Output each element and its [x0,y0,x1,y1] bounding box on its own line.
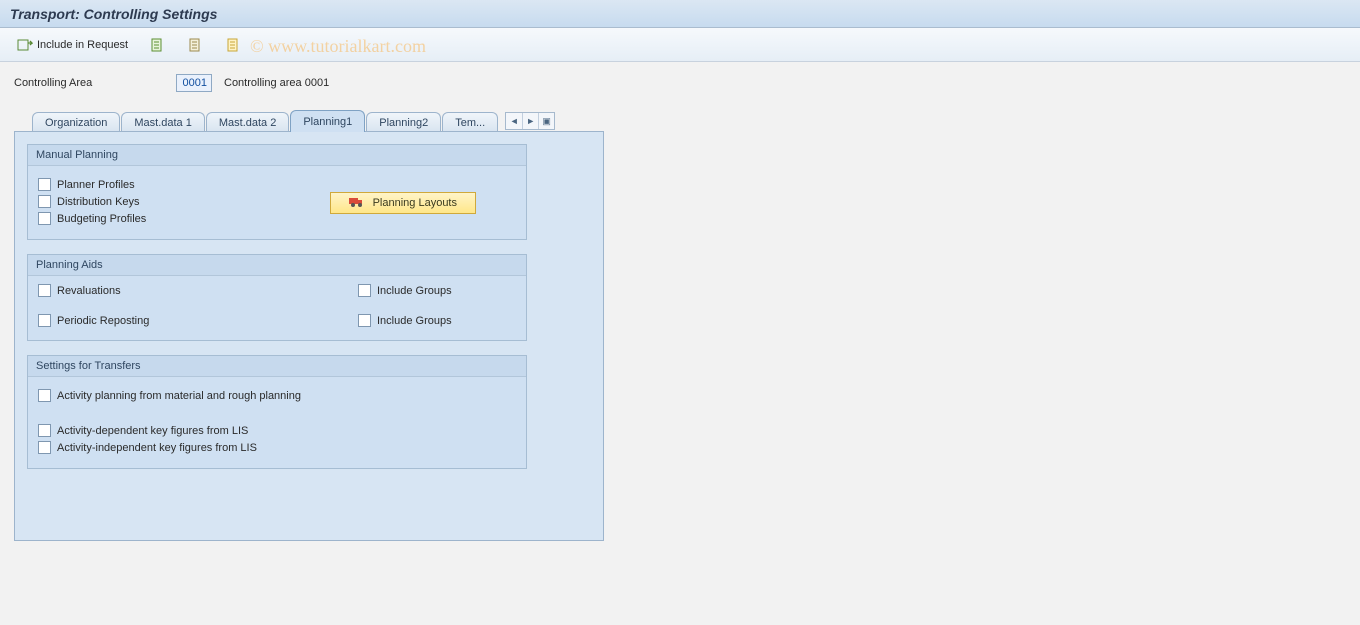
group-manual-planning: Manual Planning Planner Profiles [27,144,527,240]
checkbox-icon [38,441,51,454]
chk-periodic-reposting[interactable]: Periodic Reposting [38,314,149,327]
chk-distribution-keys[interactable]: Distribution Keys [38,195,140,208]
chk-activity-material-label: Activity planning from material and roug… [57,390,301,402]
checkbox-icon [38,178,51,191]
chk-planner-profiles-label: Planner Profiles [57,179,135,191]
controlling-area-value[interactable]: 0001 [176,74,212,92]
checkbox-icon [38,389,51,402]
checkbox-icon [38,424,51,437]
content-area: Controlling Area 0001 Controlling area 0… [0,62,1360,554]
tab-planning2[interactable]: Planning2 [366,112,441,132]
controlling-area-desc: Controlling area 0001 [224,77,329,89]
tab-templates[interactable]: Tem... [442,112,498,132]
tab-mastdata1[interactable]: Mast.data 1 [121,112,204,132]
planning-layouts-button[interactable]: Planning Layouts [330,192,476,214]
tab-scroll-controls: ◄ ► ▣ [505,112,555,130]
checkbox-icon [358,314,371,327]
chk-activity-independent[interactable]: Activity-independent key figures from LI… [38,441,257,454]
checkbox-icon [358,284,371,297]
group-settings-transfers: Settings for Transfers Activity planning… [27,355,527,469]
chk-activity-material[interactable]: Activity planning from material and roug… [38,389,301,402]
checkbox-icon [38,195,51,208]
toolbar-icon-button-1[interactable] [145,34,171,56]
app-toolbar: Include in Request [0,28,1360,62]
tab-organization[interactable]: Organization [32,112,120,132]
checkbox-icon [38,284,51,297]
document-yellow-icon [226,37,242,53]
include-request-icon [17,37,33,53]
chk-periodic-reposting-label: Periodic Reposting [57,315,149,327]
group-planning-aids: Planning Aids Revaluations Inc [27,254,527,341]
group-settings-transfers-title: Settings for Transfers [28,356,526,377]
document-icon [188,37,204,53]
tab-list-all[interactable]: ▣ [538,113,554,129]
page-title: Transport: Controlling Settings [10,6,217,22]
group-manual-planning-title: Manual Planning [28,145,526,166]
chk-activity-independent-label: Activity-independent key figures from LI… [57,442,257,454]
checkbox-icon [38,212,51,225]
tab-scroll-right[interactable]: ► [522,113,538,129]
include-in-request-button[interactable]: Include in Request [12,34,133,56]
chk-planner-profiles[interactable]: Planner Profiles [38,178,135,191]
truck-icon [349,196,365,211]
group-planning-aids-title: Planning Aids [28,255,526,276]
document-green-icon [150,37,166,53]
chk-distribution-keys-label: Distribution Keys [57,196,140,208]
tab-scroll-left[interactable]: ◄ [506,113,522,129]
tab-planning1[interactable]: Planning1 [290,110,365,132]
chk-activity-dependent-label: Activity-dependent key figures from LIS [57,425,248,437]
toolbar-icon-button-3[interactable] [221,34,247,56]
toolbar-icon-button-2[interactable] [183,34,209,56]
tab-mastdata2[interactable]: Mast.data 2 [206,112,289,132]
controlling-area-label: Controlling Area [14,77,164,89]
chk-revaluations[interactable]: Revaluations [38,284,121,297]
controlling-area-row: Controlling Area 0001 Controlling area 0… [14,74,1346,92]
chk-include-groups-1[interactable]: Include Groups [358,284,452,297]
chk-budgeting-profiles[interactable]: Budgeting Profiles [38,212,146,225]
include-in-request-label: Include in Request [37,39,128,51]
chk-include-groups-1-label: Include Groups [377,285,452,297]
chk-include-groups-2[interactable]: Include Groups [358,314,452,327]
checkbox-icon [38,314,51,327]
chk-budgeting-profiles-label: Budgeting Profiles [57,213,146,225]
tab-host: Organization Mast.data 1 Mast.data 2 Pla… [14,110,604,542]
chk-revaluations-label: Revaluations [57,285,121,297]
chk-activity-dependent[interactable]: Activity-dependent key figures from LIS [38,424,248,437]
tab-panel-planning1: Manual Planning Planner Profiles [14,131,604,541]
tab-strip: Organization Mast.data 1 Mast.data 2 Pla… [32,110,604,132]
planning-layouts-label: Planning Layouts [373,197,457,209]
title-bar: Transport: Controlling Settings [0,0,1360,28]
chk-include-groups-2-label: Include Groups [377,315,452,327]
